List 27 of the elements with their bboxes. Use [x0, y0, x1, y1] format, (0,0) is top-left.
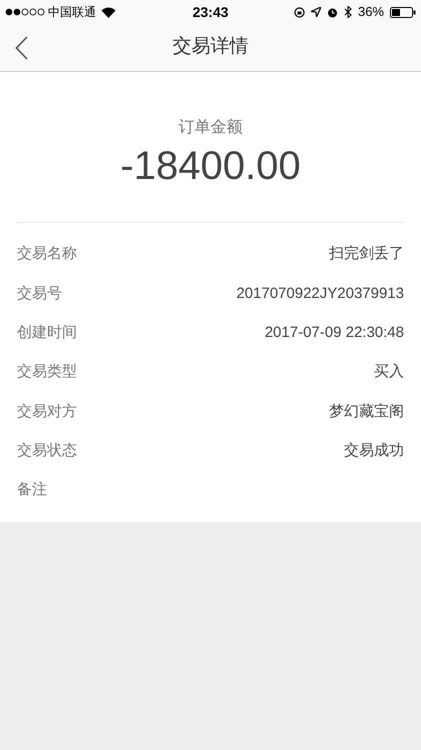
- field-value: 梦幻藏宝阁: [329, 402, 404, 422]
- amount-label: 订单金额: [178, 118, 242, 138]
- bluetooth-icon: [344, 6, 352, 18]
- battery-percent: 36%: [358, 3, 384, 22]
- field-label: 交易类型: [17, 362, 77, 382]
- location-arrow-icon: [310, 7, 321, 17]
- rotation-lock-icon: [294, 6, 305, 18]
- alarm-clock-icon: [326, 6, 338, 18]
- signal-icon: [5, 8, 45, 16]
- field-value: 2017070922JY20379913: [236, 284, 404, 304]
- field-label: 交易状态: [17, 440, 77, 461]
- field-value: 2017-07-09 22:30:48: [264, 322, 404, 343]
- clock-time: 23:43: [192, 2, 228, 22]
- field-label: 备注: [17, 480, 47, 500]
- wifi-icon: [101, 6, 116, 18]
- carrier-name: 中国联通: [48, 4, 96, 21]
- field-value: 买入: [374, 362, 404, 382]
- battery-icon: [390, 6, 416, 18]
- back-icon[interactable]: [15, 36, 28, 60]
- field-label: 交易名称: [17, 244, 77, 264]
- field-label: 交易号: [17, 284, 62, 304]
- field-label: 创建时间: [17, 322, 77, 343]
- field-label: 交易对方: [17, 402, 77, 422]
- page-title: 交易详情: [172, 35, 248, 60]
- field-value: 交易成功: [344, 440, 404, 461]
- order-amount: -18400.00: [120, 143, 301, 190]
- field-value: 扫完剑丢了: [329, 244, 404, 264]
